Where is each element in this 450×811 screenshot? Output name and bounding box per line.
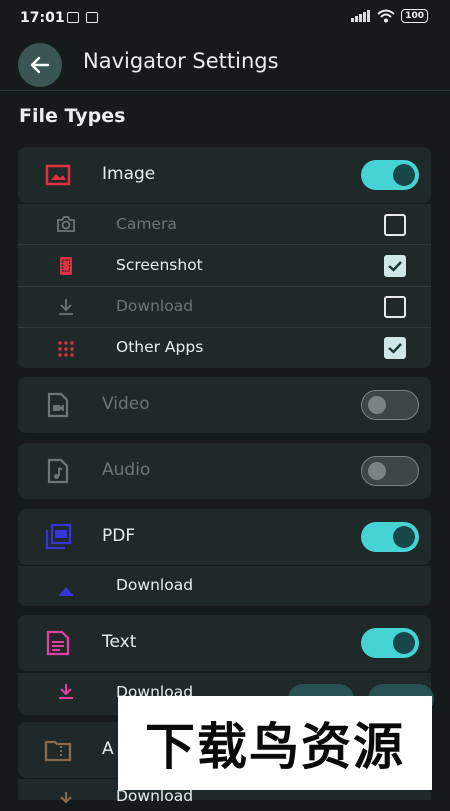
back-button[interactable]	[18, 43, 62, 87]
text-label: Text	[102, 632, 137, 652]
video-toggle[interactable]	[361, 390, 419, 420]
audio-toggle[interactable]	[361, 456, 419, 486]
download-icon	[59, 587, 73, 596]
notification-icon	[86, 12, 98, 23]
battery-icon: 100	[401, 9, 428, 23]
file-type-video-row: Video	[18, 377, 431, 433]
video-label: Video	[102, 394, 150, 414]
arrow-left-icon	[30, 56, 50, 74]
notification-icon	[67, 12, 79, 23]
image-label: Image	[102, 164, 156, 184]
camera-icon	[57, 216, 75, 232]
image-icon	[45, 164, 71, 186]
section-title: File Types	[19, 105, 126, 127]
download-checkbox[interactable]	[384, 296, 406, 318]
download-label: Download	[116, 297, 194, 315]
download-icon	[60, 792, 72, 804]
text-toggle[interactable]	[361, 628, 419, 658]
video-file-icon	[47, 392, 69, 418]
archive-folder-icon	[44, 740, 72, 762]
check-icon	[388, 343, 402, 354]
screenshot-checkbox[interactable]	[384, 255, 406, 277]
audio-file-icon	[47, 458, 69, 484]
pdf-icon	[45, 523, 72, 550]
file-type-image-row: Image	[18, 147, 431, 203]
other-apps-label: Other Apps	[116, 338, 204, 356]
camera-checkbox[interactable]	[384, 214, 406, 236]
download-icon	[59, 684, 73, 699]
image-sources-list: Camera Screenshot Download Other Apps	[18, 204, 431, 368]
status-time: 17:01	[20, 10, 65, 26]
signal-icon	[351, 10, 371, 22]
file-type-audio-row: Audio	[18, 443, 431, 499]
other-apps-checkbox[interactable]	[384, 337, 406, 359]
pdf-label: PDF	[102, 526, 136, 546]
audio-label: Audio	[102, 460, 151, 480]
pdf-toggle[interactable]	[361, 522, 419, 552]
wifi-icon	[377, 9, 395, 23]
apps-grid-icon	[58, 341, 74, 357]
pdf-download-label: Download	[116, 576, 194, 594]
camera-label: Camera	[116, 215, 177, 233]
file-type-text-row: Text	[18, 615, 431, 671]
pdf-sources-list: Download	[18, 566, 431, 606]
watermark-text: 下载鸟资源	[145, 718, 405, 776]
page-title: Navigator Settings	[83, 49, 279, 73]
status-bar: 17:01 100	[0, 0, 450, 36]
screenshot-label: Screenshot	[116, 256, 203, 274]
app-header: Navigator Settings	[0, 36, 450, 91]
watermark: 下载鸟资源	[118, 696, 432, 790]
image-toggle[interactable]	[361, 160, 419, 190]
download-icon	[59, 299, 73, 315]
archive-label: A	[102, 739, 114, 759]
text-file-icon	[46, 630, 70, 656]
check-icon	[388, 261, 402, 272]
file-type-pdf-row: PDF	[18, 509, 431, 565]
screenshot-icon	[60, 257, 72, 275]
